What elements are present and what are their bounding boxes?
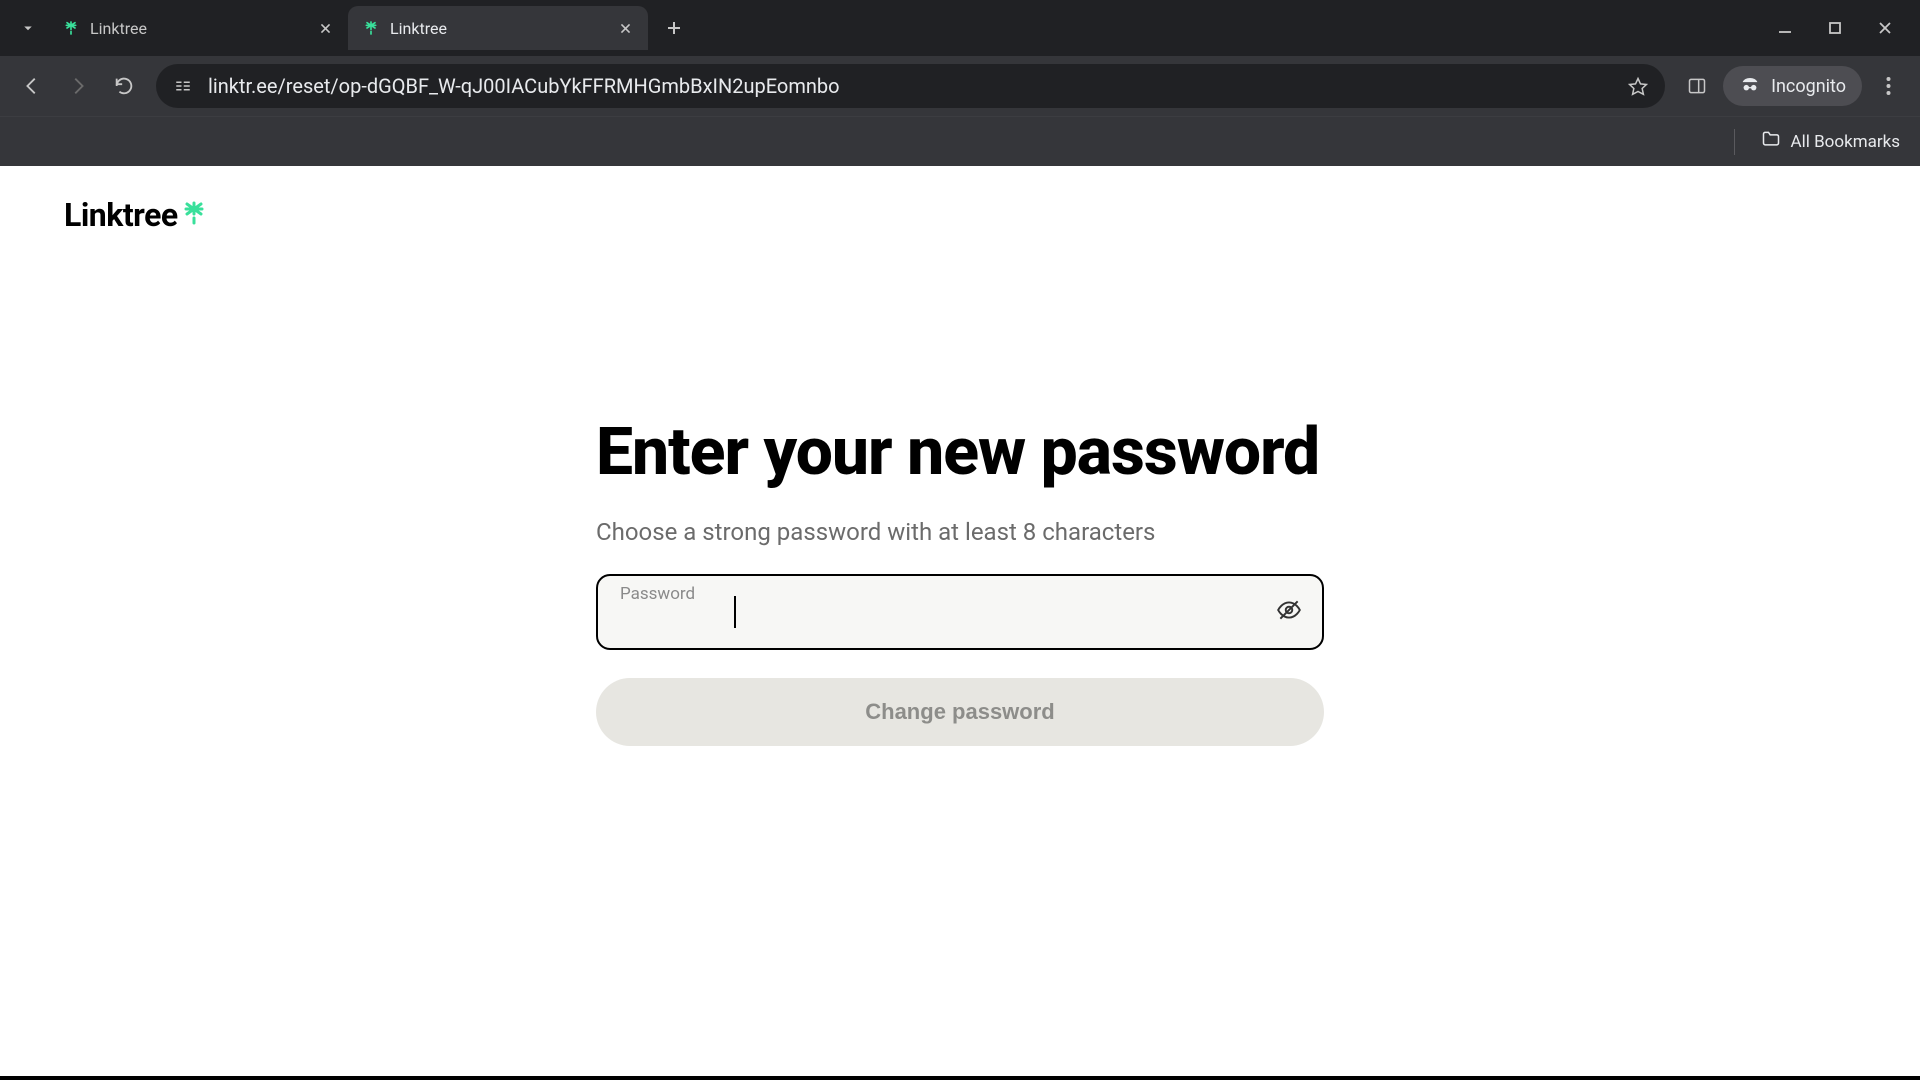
window-minimize-button[interactable] bbox=[1774, 17, 1796, 39]
change-password-button[interactable]: Change password bbox=[596, 678, 1324, 746]
tab-title: Linktree bbox=[90, 19, 306, 38]
nav-forward-button[interactable] bbox=[58, 66, 98, 106]
side-panel-button[interactable] bbox=[1677, 66, 1717, 106]
browser-menu-button[interactable] bbox=[1868, 66, 1908, 106]
linktree-mark-icon bbox=[182, 201, 206, 229]
incognito-icon bbox=[1739, 73, 1761, 100]
new-tab-button[interactable] bbox=[656, 10, 692, 46]
linktree-logo[interactable]: Linktree bbox=[64, 196, 206, 234]
logo-text: Linktree bbox=[64, 196, 178, 234]
incognito-indicator[interactable]: Incognito bbox=[1723, 66, 1862, 106]
page-content: Linktree Enter your new password Choose … bbox=[0, 166, 1920, 1080]
browser-tab-1[interactable]: Linktree bbox=[348, 6, 648, 50]
linktree-favicon-icon bbox=[62, 19, 80, 37]
browser-tab-0[interactable]: Linktree bbox=[48, 6, 348, 50]
linktree-favicon-icon bbox=[362, 19, 380, 37]
bookmark-star-button[interactable] bbox=[1627, 75, 1649, 97]
page-subheading: Choose a strong password with at least 8… bbox=[596, 518, 1324, 546]
browser-toolbar: linktr.ee/reset/op-dGQBF_W-qJ00IACubYkFF… bbox=[0, 56, 1920, 116]
password-field-wrapper: Password bbox=[596, 574, 1324, 650]
page-heading: Enter your new password bbox=[596, 416, 1324, 490]
address-bar[interactable]: linktr.ee/reset/op-dGQBF_W-qJ00IACubYkFF… bbox=[156, 64, 1665, 108]
tab-search-button[interactable] bbox=[8, 8, 48, 48]
toggle-password-visibility-button[interactable] bbox=[1274, 597, 1304, 627]
folder-icon bbox=[1761, 129, 1781, 154]
password-input[interactable] bbox=[596, 574, 1324, 650]
close-tab-button[interactable] bbox=[616, 19, 634, 37]
window-close-button[interactable] bbox=[1874, 17, 1896, 39]
nav-reload-button[interactable] bbox=[104, 66, 144, 106]
bookmarks-bar: All Bookmarks bbox=[0, 116, 1920, 166]
tab-title: Linktree bbox=[390, 19, 606, 38]
window-maximize-button[interactable] bbox=[1824, 17, 1846, 39]
site-info-icon[interactable] bbox=[172, 75, 194, 97]
divider bbox=[1734, 129, 1735, 155]
incognito-label: Incognito bbox=[1771, 76, 1846, 97]
all-bookmarks-button[interactable]: All Bookmarks bbox=[1791, 132, 1900, 152]
close-tab-button[interactable] bbox=[316, 19, 334, 37]
tab-strip: Linktree Linktree bbox=[0, 0, 1920, 56]
eye-off-icon bbox=[1276, 597, 1302, 626]
nav-back-button[interactable] bbox=[12, 66, 52, 106]
url-text: linktr.ee/reset/op-dGQBF_W-qJ00IACubYkFF… bbox=[208, 74, 840, 98]
taskbar-edge bbox=[0, 1076, 1920, 1080]
